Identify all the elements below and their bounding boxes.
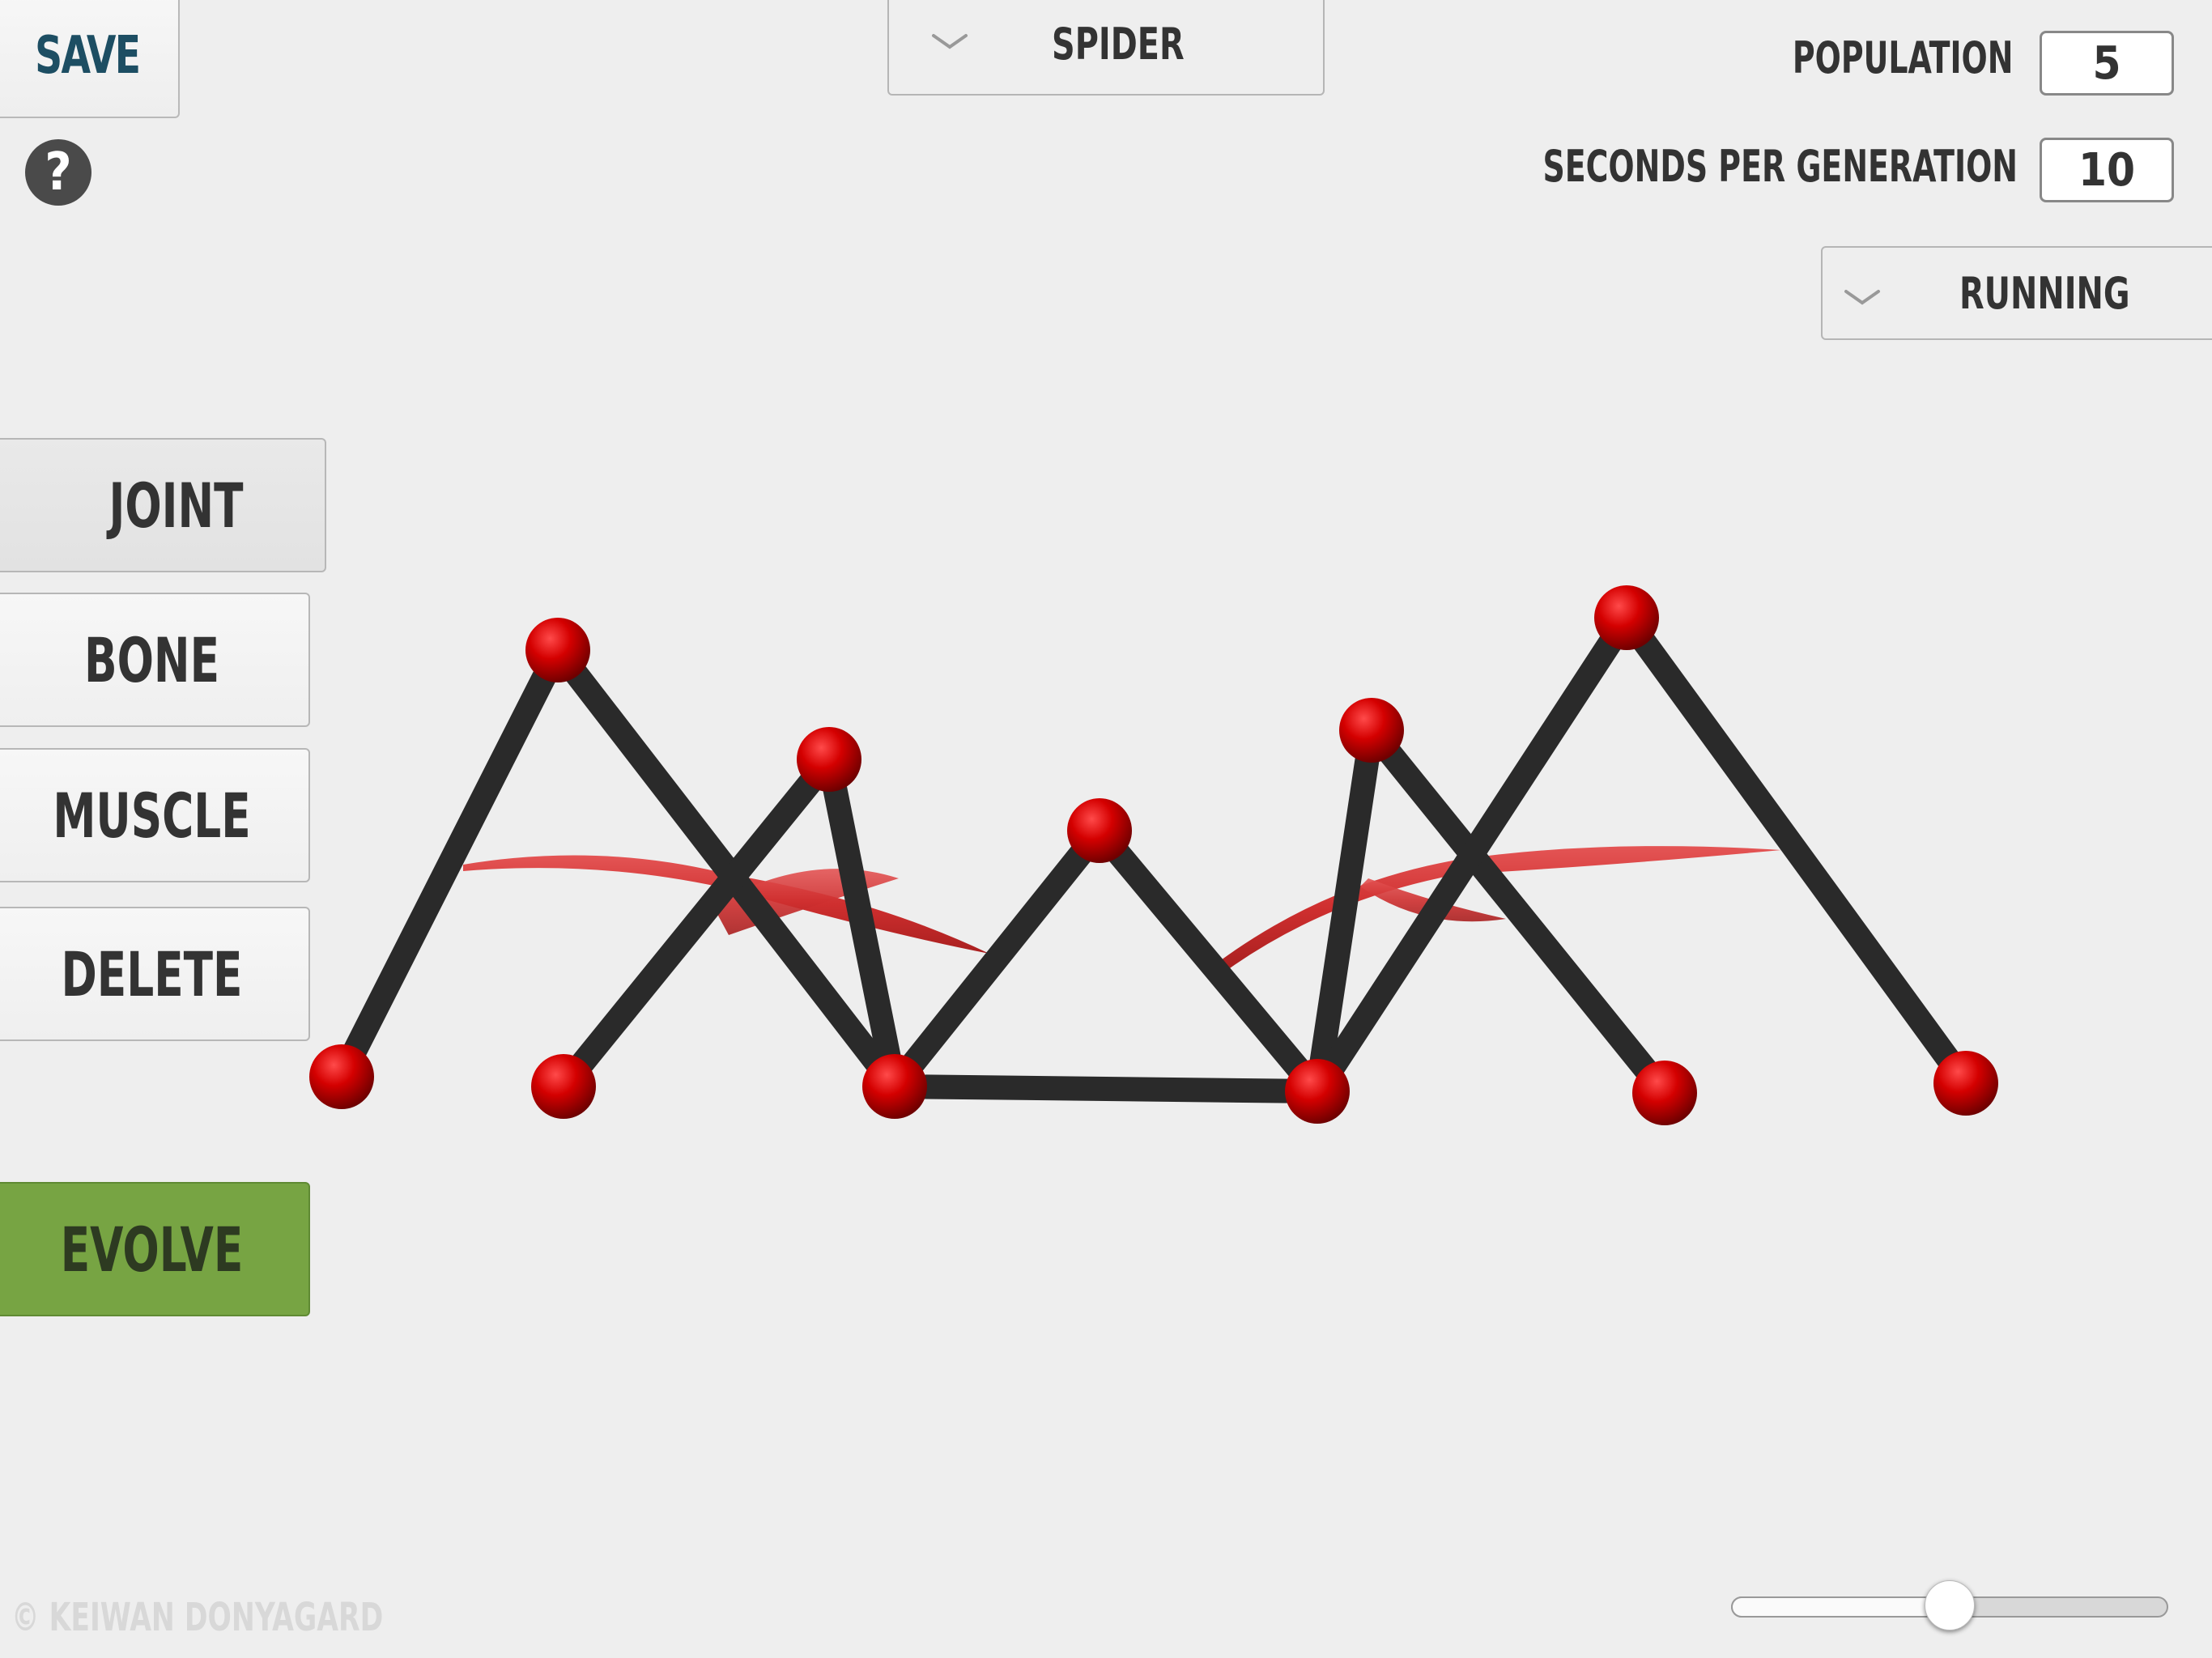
bones — [330, 606, 1978, 1105]
bone[interactable] — [1087, 818, 1329, 1103]
joint[interactable] — [531, 1054, 596, 1119]
copyright-credit: © KEIWAN DONYAGARD — [11, 1595, 384, 1640]
bone[interactable] — [883, 818, 1112, 1099]
joint[interactable] — [797, 727, 861, 792]
joint[interactable] — [1285, 1059, 1350, 1124]
joints — [309, 585, 1998, 1125]
joint[interactable] — [1067, 798, 1132, 863]
bone[interactable] — [883, 1074, 1329, 1103]
slider-fill — [1731, 1596, 1950, 1618]
joint[interactable] — [1339, 698, 1404, 763]
joint[interactable] — [1594, 585, 1659, 650]
joint[interactable] — [1632, 1061, 1697, 1125]
creature-canvas[interactable] — [0, 0, 2212, 1658]
creature-editor: SAVE ? SPIDER POPULATION 5 SECONDS PER G… — [0, 0, 2212, 1658]
joint[interactable] — [525, 618, 590, 682]
slider-thumb[interactable] — [1925, 1580, 1975, 1630]
joint[interactable] — [1933, 1051, 1998, 1116]
joint[interactable] — [862, 1054, 927, 1119]
joint[interactable] — [309, 1044, 374, 1109]
simulation-speed-slider[interactable] — [1731, 1580, 2168, 1630]
bone[interactable] — [551, 747, 841, 1099]
